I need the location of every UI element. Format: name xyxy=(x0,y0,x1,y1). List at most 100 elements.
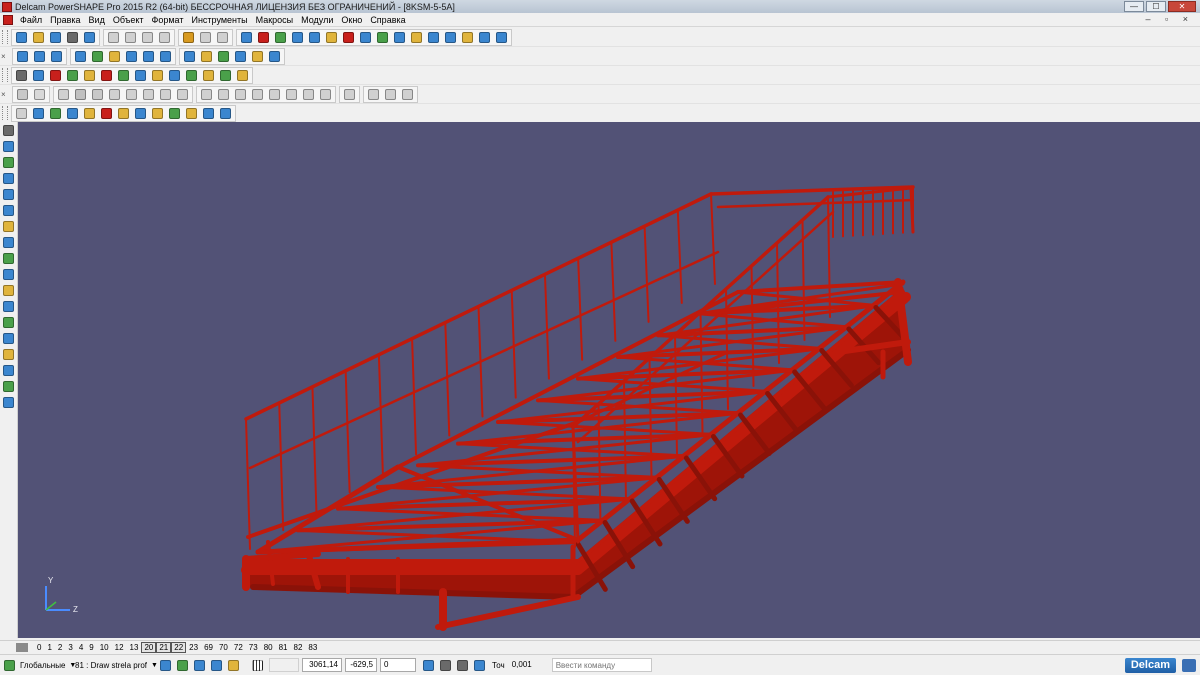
menu-format[interactable]: Формат xyxy=(148,15,188,25)
left-toolbar-button[interactable] xyxy=(1,283,16,298)
menu-file[interactable]: Файл xyxy=(16,15,46,25)
toolbar-button[interactable] xyxy=(267,87,282,102)
toolbar-button[interactable] xyxy=(239,30,254,45)
toolbar-button[interactable] xyxy=(443,30,458,45)
left-toolbar-button[interactable] xyxy=(1,347,16,362)
menu-tools[interactable]: Инструменты xyxy=(187,15,251,25)
toolbar-button[interactable] xyxy=(14,68,29,83)
toolbar-button[interactable] xyxy=(201,68,216,83)
status-tool-button[interactable] xyxy=(455,658,470,673)
toolbar-button[interactable] xyxy=(216,87,231,102)
level-button[interactable]: 22 xyxy=(171,641,187,653)
toolbar-button[interactable] xyxy=(90,87,105,102)
toolbar-button[interactable] xyxy=(167,106,182,121)
toolbar-button[interactable] xyxy=(198,30,213,45)
left-toolbar-button[interactable] xyxy=(1,155,16,170)
toolbar-button[interactable] xyxy=(107,49,122,64)
minimize-button[interactable]: — xyxy=(1124,1,1144,12)
toolbar-button[interactable] xyxy=(157,30,172,45)
level-button[interactable]: 73 xyxy=(246,643,261,652)
toolbar-button[interactable] xyxy=(32,87,47,102)
toolbar-button[interactable] xyxy=(182,49,197,64)
toolbar-button[interactable] xyxy=(73,49,88,64)
menu-modules[interactable]: Модули xyxy=(297,15,337,25)
toolbar-button[interactable] xyxy=(181,30,196,45)
toolbar-button[interactable] xyxy=(15,49,30,64)
toolbar-button[interactable] xyxy=(307,30,322,45)
toolbar-button[interactable] xyxy=(250,87,265,102)
toolbar-button[interactable] xyxy=(140,30,155,45)
toolbar-button[interactable] xyxy=(199,49,214,64)
level-button[interactable]: 1 xyxy=(44,643,54,652)
toolbar-button[interactable] xyxy=(124,49,139,64)
level-button[interactable]: 13 xyxy=(127,643,142,652)
resize-grip-icon[interactable] xyxy=(1182,659,1196,672)
toolbar-button[interactable] xyxy=(318,87,333,102)
left-toolbar-button[interactable] xyxy=(1,331,16,346)
toolbar-button[interactable] xyxy=(99,68,114,83)
status-tool-button[interactable] xyxy=(175,658,190,673)
toolbar-button[interactable] xyxy=(494,30,509,45)
toolbar-button[interactable] xyxy=(233,87,248,102)
toolbar-button[interactable] xyxy=(48,30,63,45)
x-coordinate[interactable]: 3061,14 xyxy=(302,658,342,672)
toolbar-button[interactable] xyxy=(150,106,165,121)
level-button[interactable]: 12 xyxy=(112,643,127,652)
toolbar-button[interactable] xyxy=(218,106,233,121)
toolbar-button[interactable] xyxy=(31,68,46,83)
toolbar-button[interactable] xyxy=(82,68,97,83)
toolbar-button[interactable] xyxy=(65,106,80,121)
toolbar-button[interactable] xyxy=(341,30,356,45)
toolbar-button[interactable] xyxy=(65,30,80,45)
level-button[interactable]: 80 xyxy=(261,643,276,652)
toolbar-button[interactable] xyxy=(301,87,316,102)
status-tool-button[interactable] xyxy=(472,658,487,673)
toolbar-button[interactable] xyxy=(73,87,88,102)
toolbar-button[interactable] xyxy=(141,87,156,102)
toolbar-button[interactable] xyxy=(273,30,288,45)
toolbar-button[interactable] xyxy=(409,30,424,45)
level-button[interactable]: 69 xyxy=(201,643,216,652)
toolbar-button[interactable] xyxy=(426,30,441,45)
maximize-button[interactable]: ☐ xyxy=(1146,1,1166,12)
toolbar-button[interactable] xyxy=(32,49,47,64)
toolbar-button[interactable] xyxy=(358,30,373,45)
y-coordinate[interactable]: -629,5 xyxy=(345,658,377,672)
z-coordinate[interactable]: 0 xyxy=(380,658,416,672)
left-toolbar-button[interactable] xyxy=(1,235,16,250)
toolbar-button[interactable] xyxy=(216,49,231,64)
left-toolbar-button[interactable] xyxy=(1,251,16,266)
status-tool-button[interactable] xyxy=(226,658,241,673)
toolbar-button[interactable] xyxy=(82,30,97,45)
toolbar-button[interactable] xyxy=(235,68,250,83)
toolbar-button[interactable] xyxy=(250,49,265,64)
menu-window[interactable]: Окно xyxy=(337,15,366,25)
level-button[interactable]: 10 xyxy=(97,643,112,652)
left-toolbar-button[interactable] xyxy=(1,219,16,234)
toolbar-button[interactable] xyxy=(201,106,216,121)
toolbar-button[interactable] xyxy=(460,30,475,45)
left-toolbar-button[interactable] xyxy=(1,139,16,154)
toolbar-button[interactable] xyxy=(82,106,97,121)
toolbar-button[interactable] xyxy=(158,87,173,102)
toolbar-button[interactable] xyxy=(175,87,190,102)
toolbar-button[interactable] xyxy=(65,68,80,83)
toolbar-button[interactable] xyxy=(99,106,114,121)
toolbar-button[interactable] xyxy=(56,87,71,102)
toolbar-button[interactable] xyxy=(375,30,390,45)
left-toolbar-button[interactable] xyxy=(1,203,16,218)
document-window-controls[interactable]: – ▫ × xyxy=(1146,14,1194,24)
level-button[interactable]: 9 xyxy=(86,643,96,652)
toolbar-button[interactable] xyxy=(290,30,305,45)
toolbar-button[interactable] xyxy=(48,68,63,83)
toolbar-button[interactable] xyxy=(199,87,214,102)
toolbar-button[interactable] xyxy=(107,87,122,102)
tolerance-value[interactable]: 0,001 xyxy=(507,658,538,672)
left-toolbar-button[interactable] xyxy=(1,379,16,394)
level-button[interactable]: 4 xyxy=(76,643,86,652)
left-toolbar-button[interactable] xyxy=(1,123,16,138)
toolbar-button[interactable] xyxy=(383,87,398,102)
toolbar-button[interactable] xyxy=(400,87,415,102)
left-toolbar-button[interactable] xyxy=(1,187,16,202)
toolbar-button[interactable] xyxy=(284,87,299,102)
